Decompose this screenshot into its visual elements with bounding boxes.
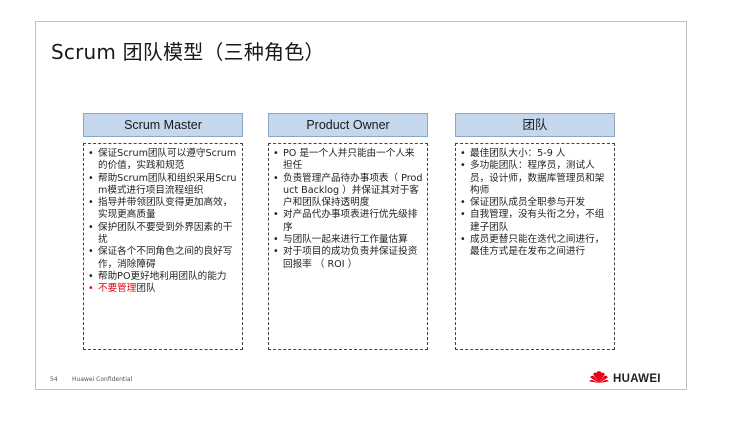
bullet-icon: • [88, 172, 94, 184]
huawei-flower-icon [589, 369, 609, 388]
bullet-icon: • [88, 246, 94, 258]
list-item: • 帮助PO更好地利用团队的能力 [88, 271, 238, 283]
list-item-text: 指导并带领团队变得更加高效，实现更高质量 [98, 197, 233, 221]
bullet-list: • 保证Scrum团队可以遵守Scrum的价值，实践和规范 • 帮助Scrum团队和… [88, 148, 238, 296]
list-item: • 不要管理团队 [88, 283, 238, 295]
list-item-text: 多功能团队：程序员，测试人员，设计师，数据库管理员和架构师 [470, 160, 605, 196]
bullet-icon: • [273, 234, 279, 246]
list-item: • 保证Scrum团队可以遵守Scrum的价值，实践和规范 [88, 148, 238, 173]
list-item-text: 团队 [136, 283, 156, 295]
huawei-logo: HUAWEI [589, 369, 661, 388]
bullet-list: • PO 是一个人并只能由一个人来担任 • 负责管理产品待办事项表（ Product… [273, 148, 423, 271]
confidential-label: Huawei Confidential [72, 376, 133, 383]
list-item: • 自我管理，没有头衔之分，不组建子团队 [460, 209, 610, 234]
list-item-text: 帮助PO更好地利用团队的能力 [98, 270, 227, 282]
list-item: • 指导并带领团队变得更加高效，实现更高质量 [88, 197, 238, 222]
list-item-text: 保证团队成员全职参与开发 [470, 197, 586, 209]
bullet-list: • 最佳团队大小：5-9 人 • 多功能团队：程序员，测试人员，设计师，数据库管理员… [460, 148, 610, 259]
list-item: • 帮助Scrum团队和组织采用Scrum模式进行项目流程组织 [88, 173, 238, 198]
list-item-text: 保证各个不同角色之间的良好写作，消除障碍 [98, 246, 233, 270]
bullet-icon: • [273, 148, 279, 159]
list-item-text: 保护团队不要受到外界因素的干扰 [98, 221, 233, 246]
list-item: • 多功能团队：程序员，测试人员，设计师，数据库管理员和架构师 [460, 160, 610, 197]
bullet-icon: • [273, 246, 279, 258]
bullet-icon: • [460, 148, 466, 159]
column-team: 团队 • 最佳团队大小：5-9 人 • 多功能团队：程序员，测试人员，设计师，数据库… [455, 113, 615, 350]
list-item: • 保证各个不同角色之间的良好写作，消除障碍 [88, 246, 238, 271]
bullet-icon: • [460, 234, 466, 246]
column-body: • PO 是一个人并只能由一个人来担任 • 负责管理产品待办事项表（ Product… [268, 143, 428, 350]
column-heading: Product Owner [268, 113, 428, 137]
list-item: • 成员更替只能在迭代之间进行，最佳方式是在发布之间进行 [460, 234, 610, 259]
bullet-icon: • [273, 172, 279, 184]
list-item-text: 最佳团队大小：5-9 人 [470, 148, 566, 159]
list-item: • 保证团队成员全职参与开发 [460, 197, 610, 209]
page-number: 54 [50, 376, 58, 383]
bullet-icon: • [460, 197, 466, 209]
list-item-text: 自我管理，没有头衔之分，不组建子团队 [470, 209, 605, 233]
bullet-icon: • [88, 221, 94, 233]
list-item: • 与团队一起来进行工作量估算 [273, 234, 423, 246]
slide: Scrum 团队模型（三种角色） Scrum Master • 保证Scrum团队… [35, 21, 687, 390]
column-body: • 最佳团队大小：5-9 人 • 多功能团队：程序员，测试人员，设计师，数据库管理员… [455, 143, 615, 350]
list-item: • 最佳团队大小：5-9 人 [460, 148, 610, 160]
bullet-icon: • [88, 148, 94, 159]
list-item: • PO 是一个人并只能由一个人来担任 [273, 148, 423, 173]
column-product-owner: Product Owner • PO 是一个人并只能由一个人来担任 • 负责管理产品… [268, 113, 428, 350]
slide-title: Scrum 团队模型（三种角色） [51, 40, 325, 64]
column-scrum-master: Scrum Master • 保证Scrum团队可以遵守Scrum的价值，实践和规… [83, 113, 243, 350]
list-item-text: PO 是一个人并只能由一个人来担任 [283, 148, 415, 172]
highlight-text: 不要管理 [98, 283, 137, 295]
list-item: • 对于项目的成功负责并保证投资回报率 （ ROI ） [273, 246, 423, 271]
list-item: • 对产品代办事项表进行优先级排序 [273, 209, 423, 234]
bullet-icon: • [273, 209, 279, 221]
bullet-icon: • [88, 270, 94, 282]
bullet-icon: • [460, 209, 466, 221]
list-item-text: 负责管理产品待办事项表（ Product Backlog ）并保证其对于客户和团… [283, 172, 423, 209]
bullet-icon: • [88, 197, 94, 209]
list-item-text: 成员更替只能在迭代之间进行，最佳方式是在发布之间进行 [470, 234, 605, 258]
column-body: • 保证Scrum团队可以遵守Scrum的价值，实践和规范 • 帮助Scrum团队和… [83, 143, 243, 350]
list-item-text: 对产品代办事项表进行优先级排序 [283, 209, 418, 233]
column-heading: Scrum Master [83, 113, 243, 137]
logo-text: HUAWEI [613, 372, 661, 385]
bullet-icon: • [460, 160, 466, 172]
list-item-text: 帮助Scrum团队和组织采用Scrum模式进行项目流程组织 [98, 172, 237, 196]
list-item-text: 与团队一起来进行工作量估算 [283, 234, 408, 246]
list-item: • 保护团队不要受到外界因素的干扰 [88, 222, 238, 247]
bullet-icon: • [88, 283, 94, 295]
list-item: • 负责管理产品待办事项表（ Product Backlog ）并保证其对于客户和… [273, 173, 423, 210]
list-item-text: 对于项目的成功负责并保证投资回报率 （ ROI ） [283, 246, 418, 270]
column-heading: 团队 [455, 113, 615, 137]
list-item-text: 保证Scrum团队可以遵守Scrum的价值，实践和规范 [98, 148, 237, 172]
